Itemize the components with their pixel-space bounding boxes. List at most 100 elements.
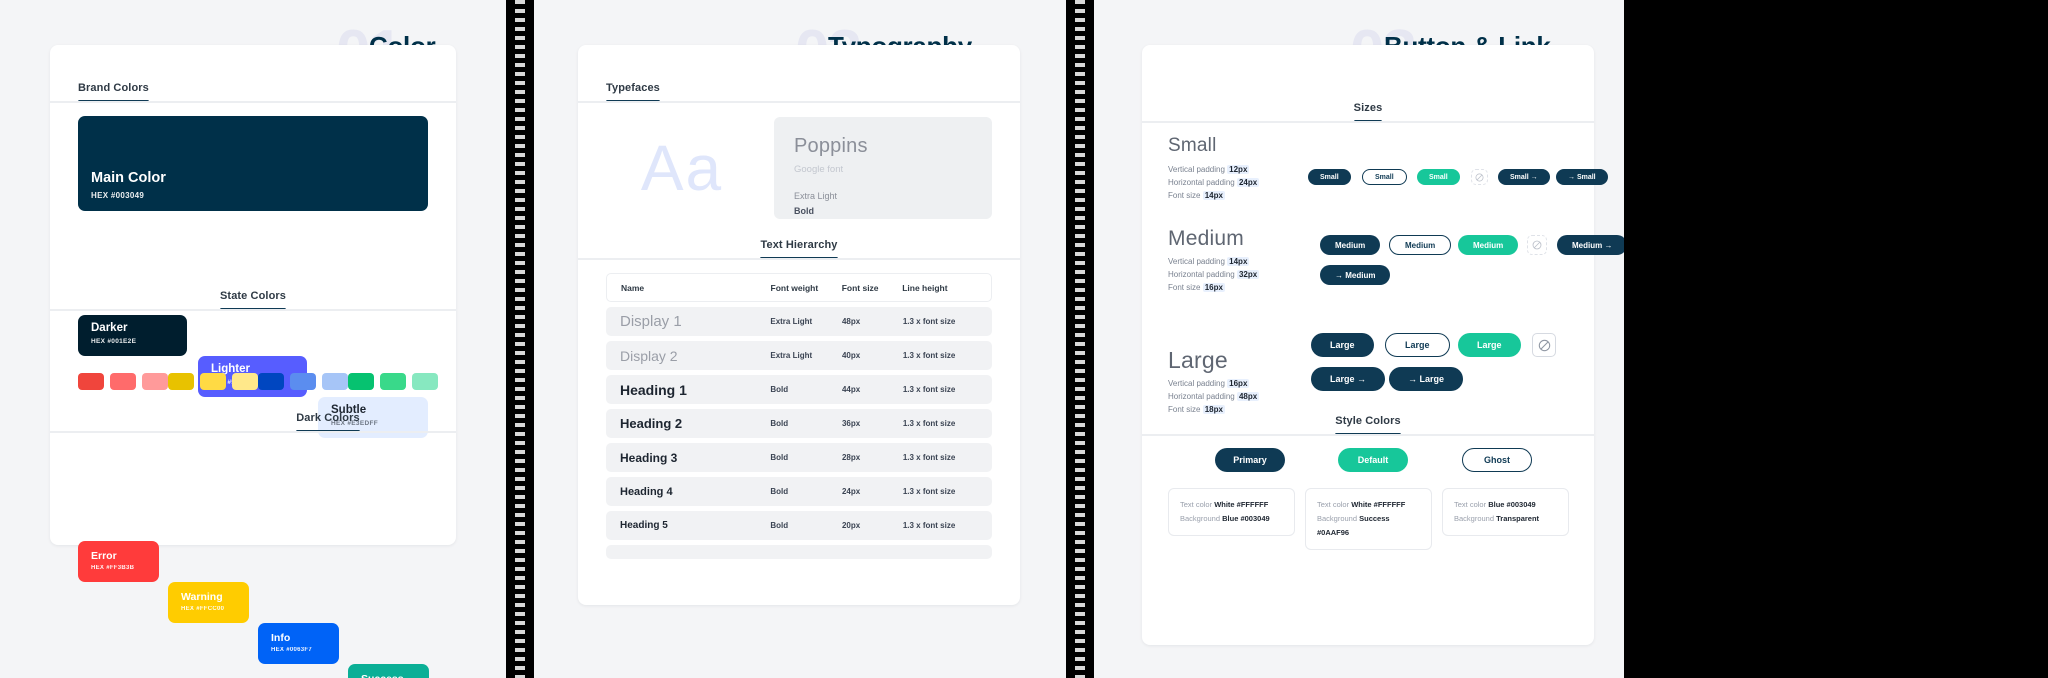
button-small-primary[interactable]: Small [1308, 169, 1351, 185]
button-style-primary[interactable]: Primary [1215, 448, 1285, 472]
table-row[interactable]: Heading 1 Bold 44px 1.3 x font size [606, 375, 992, 404]
text-color-value: White #FFFFFF [1351, 500, 1406, 509]
swatch-main-color[interactable]: Main Color HEX #003049 [78, 116, 428, 211]
font-source: Google font [794, 164, 844, 175]
tab-dark-colors[interactable]: Dark Colors [296, 412, 361, 433]
swatch-info[interactable]: Info HEX #0063F7 [258, 623, 339, 664]
tab-style-colors[interactable]: Style Colors [1335, 415, 1402, 436]
tint-swatch[interactable] [232, 373, 258, 390]
button-medium-primary[interactable]: Medium [1320, 235, 1381, 255]
swatch-hex: HEX #FF3B3B [91, 565, 135, 571]
type-name: Heading 2 [620, 416, 683, 431]
button-large-disabled[interactable] [1532, 333, 1556, 357]
tab-text-hierarchy-row: Text Hierarchy [578, 235, 1020, 260]
button-large-arrow-left[interactable]: → Large [1389, 367, 1464, 391]
column-header-size: Font size [841, 282, 879, 293]
background-label: Background [1317, 513, 1360, 523]
film-holes [515, 0, 525, 678]
tab-rule [50, 431, 456, 433]
spec-label: Vertical padding [1168, 165, 1228, 174]
button-medium-arrow-left[interactable]: → Medium [1320, 265, 1391, 285]
background-label: Background [1180, 513, 1223, 523]
type-size: 36px [841, 419, 861, 428]
tint-swatch[interactable] [412, 373, 438, 390]
tab-rule [578, 101, 1020, 103]
swatch-name: Main Color [91, 170, 166, 187]
button-card: Sizes Small Vertical padding 12px Horizo… [1142, 45, 1624, 645]
tint-swatch[interactable] [290, 373, 316, 390]
type-name: Display 2 [620, 347, 678, 364]
spec-label: Font size [1168, 191, 1203, 201]
tab-sizes-row: Sizes [1142, 98, 1594, 123]
font-weight-bold: Bold [794, 206, 814, 216]
type-size: 40px [841, 351, 861, 360]
spec-value: 32px [1236, 270, 1260, 280]
design-system-gallery: 01 Color Brand Colors Main Color HEX #00… [0, 0, 2048, 678]
text-color-label: Text color [1454, 500, 1489, 509]
spec-label: Horizontal padding [1168, 178, 1237, 188]
button-large-outline[interactable]: Large [1385, 333, 1450, 357]
type-name: Display 1 [620, 313, 682, 330]
swatch-warning[interactable]: Warning HEX #FFCC00 [168, 582, 249, 623]
background-value: Blue #003049 [1222, 513, 1270, 523]
typography-card: Typefaces Aa Poppins Google font Extra L… [578, 45, 1020, 605]
button-large-arrow-right[interactable]: Large → [1311, 367, 1386, 391]
color-card: Brand Colors Main Color HEX #003049 Dark… [50, 45, 456, 678]
button-small-arrow-right[interactable]: Small → [1498, 169, 1550, 185]
swatch-name: Error [91, 549, 117, 562]
tint-swatch[interactable] [142, 373, 168, 390]
text-color-label: Text color [1180, 500, 1215, 509]
tint-swatch[interactable] [168, 373, 194, 390]
button-style-default[interactable]: Default [1338, 448, 1408, 472]
tint-swatch[interactable] [380, 373, 406, 390]
button-small-arrow-left[interactable]: → Small [1556, 169, 1608, 185]
button-large-primary[interactable]: Large [1311, 333, 1374, 357]
table-row[interactable]: Heading 2 Bold 36px 1.3 x font size [606, 409, 992, 438]
button-small-disabled[interactable] [1471, 169, 1488, 185]
table-row[interactable] [606, 545, 992, 559]
tab-rule [50, 309, 456, 311]
type-weight: Bold [770, 521, 789, 530]
tint-swatch[interactable] [322, 373, 348, 390]
table-row[interactable]: Heading 4 Bold 24px 1.3 x font size [606, 477, 992, 506]
swatch-name: Warning [181, 590, 223, 603]
swatch-darker[interactable]: Darker HEX #001E2E [78, 315, 187, 356]
tint-swatch[interactable] [348, 373, 374, 390]
tab-typefaces[interactable]: Typefaces [606, 82, 660, 103]
button-style-ghost[interactable]: Ghost [1462, 448, 1532, 472]
button-small-outline[interactable]: Small [1362, 169, 1407, 185]
tab-text-hierarchy[interactable]: Text Hierarchy [760, 239, 838, 260]
table-row[interactable]: Heading 3 Bold 28px 1.3 x font size [606, 443, 992, 472]
button-small-success[interactable]: Small [1417, 169, 1460, 185]
swatch-error[interactable]: Error HEX #FF3B3B [78, 541, 159, 582]
button-medium-arrow-right[interactable]: Medium → [1557, 235, 1624, 255]
type-weight: Bold [770, 385, 789, 394]
tab-rule [50, 101, 456, 103]
button-medium-outline[interactable]: Medium [1389, 235, 1452, 255]
tint-swatch[interactable] [200, 373, 226, 390]
text-color-label: Text color [1317, 500, 1352, 509]
type-name: Heading 1 [620, 381, 687, 398]
type-name: Heading 3 [620, 450, 678, 465]
type-size: 20px [841, 521, 861, 530]
swatch-success[interactable]: Success HEX #0AAF96 [348, 664, 429, 678]
tab-state-colors[interactable]: State Colors [220, 290, 286, 311]
tint-swatch[interactable] [78, 373, 104, 390]
tab-sizes[interactable]: Sizes [1353, 102, 1383, 123]
button-medium-success[interactable]: Medium [1458, 235, 1519, 255]
tint-swatch[interactable] [258, 373, 284, 390]
button-large-success[interactable]: Large [1458, 333, 1521, 357]
tab-state-colors-row: State Colors [50, 286, 456, 311]
style-card-primary: Text color White #FFFFFF Background Blue… [1168, 488, 1295, 536]
type-size: 28px [841, 453, 861, 462]
table-row[interactable]: Display 1 Extra Light 48px 1.3 x font si… [606, 307, 992, 336]
table-row[interactable]: Display 2 Extra Light 40px 1.3 x font si… [606, 341, 992, 370]
type-size: 24px [841, 487, 861, 496]
tab-typefaces-row: Typefaces [578, 78, 1020, 103]
swatch-hex: HEX #001E2E [91, 338, 137, 345]
button-medium-disabled[interactable] [1527, 235, 1547, 255]
size-title-small: Small [1168, 135, 1217, 156]
tint-swatch[interactable] [110, 373, 136, 390]
tab-brand-colors[interactable]: Brand Colors [78, 82, 149, 103]
table-row[interactable]: Heading 5 Bold 20px 1.3 x font size [606, 511, 992, 540]
